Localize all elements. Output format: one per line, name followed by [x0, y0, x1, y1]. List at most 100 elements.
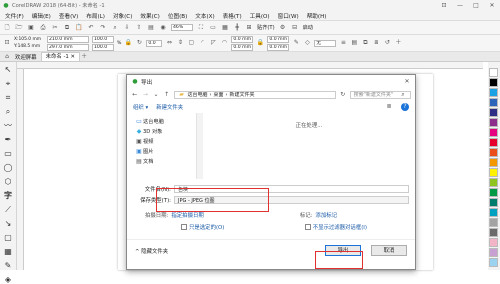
open-icon[interactable]: 🗁 [15, 24, 23, 32]
shape-icon[interactable]: ⌖ [3, 79, 13, 88]
palette-swatch[interactable] [489, 148, 498, 157]
maximize-icon[interactable]: □ [468, 2, 484, 10]
menu-file[interactable]: 文件(F) [5, 12, 24, 20]
menu-layout[interactable]: 布局(L) [86, 12, 105, 20]
cut-icon[interactable]: ✂ [51, 24, 59, 32]
fill-icon[interactable]: ◇ [303, 39, 311, 47]
pos-y-value[interactable]: 148.5 mm [18, 44, 41, 49]
ellipse-tool-icon[interactable]: ◯ [3, 163, 13, 172]
crumb-0[interactable]: 这台电脑 [188, 92, 208, 98]
shadow-tool-icon[interactable]: ▢ [3, 233, 13, 242]
width-field[interactable]: 210.0 mm [47, 35, 89, 43]
wrap-text-icon[interactable]: ▤ [350, 39, 358, 47]
palette-swatch[interactable] [489, 178, 498, 187]
pdf-icon[interactable]: ▤ [147, 24, 155, 32]
minimize-icon[interactable]: — [452, 2, 468, 10]
tags-link[interactable]: 添加标记 [315, 211, 337, 219]
corner-field-1[interactable]: 0.0 mm [231, 35, 254, 43]
new-folder-button[interactable]: 新建文件夹 [156, 103, 183, 111]
scale-h-field[interactable]: 100.0 [92, 43, 114, 51]
menu-window[interactable]: 窗口(W) [278, 12, 299, 20]
options-gear-icon[interactable]: ⚙ [279, 24, 287, 32]
chamfer-icon[interactable]: ◸ [209, 39, 217, 47]
menu-tools[interactable]: 工具(O) [250, 12, 270, 20]
menu-table[interactable]: 表格(T) [223, 12, 242, 20]
palette-swatch[interactable] [489, 158, 498, 167]
crumb-2[interactable]: 新建文件夹 [230, 92, 255, 98]
pick-icon[interactable]: ↖ [3, 65, 13, 74]
home-icon[interactable]: ⌂ [3, 53, 11, 61]
palette-swatch[interactable] [489, 258, 498, 267]
palette-swatch[interactable] [489, 108, 498, 117]
menu-bitmaps[interactable]: 位图(B) [168, 12, 187, 20]
palette-swatch[interactable] [489, 98, 498, 107]
angle-field[interactable]: 0.0 [146, 39, 163, 47]
nav-item-this-pc[interactable]: ▭这台电脑 [127, 117, 196, 127]
horizontal-ruler[interactable] [17, 62, 483, 69]
zoom-icon[interactable]: ⌕ [3, 107, 13, 116]
corner-field-2[interactable]: 0.0 mm [231, 43, 254, 51]
pos-x-value[interactable]: 105.0 mm [19, 37, 42, 42]
close-icon[interactable]: ✕ [484, 2, 500, 10]
eyedropper-icon[interactable]: ✎ [3, 261, 13, 270]
lock-ratio-icon[interactable]: 🔒 [124, 39, 132, 47]
copy-icon[interactable]: ⧉ [63, 24, 71, 32]
snap-to-dropdown[interactable]: 贴齐(T) [257, 24, 275, 31]
dialog-close-icon[interactable]: ✕ [403, 78, 411, 86]
shoot-date-link[interactable]: 指定拍摄日期 [171, 211, 203, 219]
rect-icon[interactable]: ▢ [187, 39, 195, 47]
palette-swatch[interactable] [489, 198, 498, 207]
undo-icon[interactable]: ↶ [87, 24, 95, 32]
mirror-v-icon[interactable]: ⇕ [176, 39, 184, 47]
redo-icon[interactable]: ↷ [99, 24, 107, 32]
vertical-ruler[interactable] [17, 69, 24, 270]
nav-item-video[interactable]: ▣视频 [127, 137, 196, 147]
up-icon[interactable]: ↑ [163, 91, 171, 99]
selected-only-checkbox[interactable] [181, 224, 187, 230]
view-options-icon[interactable]: ≣ [385, 103, 393, 111]
address-bar[interactable]: ▰ 这台电脑 › 桌面 › 新建文件夹 [173, 91, 336, 99]
palette-swatch[interactable] [489, 248, 498, 257]
search-box[interactable]: 搜索"新建文件夹" ⌕ [349, 91, 411, 99]
snap-icon[interactable]: ⊞ [245, 24, 253, 32]
organize-dropdown[interactable]: 组织 ▾ [133, 103, 148, 111]
guides-icon[interactable]: ╋ [233, 24, 241, 32]
scallop-icon[interactable]: ◠ [220, 39, 228, 47]
paste-icon[interactable]: 📋 [75, 24, 83, 32]
app-launcher-icon[interactable]: ◉ [159, 24, 167, 32]
connector-tool-icon[interactable]: ↘ [3, 219, 13, 228]
corner-lock-icon[interactable]: 🔒 [256, 39, 264, 47]
tab-document[interactable]: 未命名 -1 ✕ [40, 52, 81, 61]
palette-swatch[interactable] [489, 118, 498, 127]
text-tool-icon[interactable]: 字 [3, 191, 13, 200]
polygon-tool-icon[interactable]: ⬡ [3, 177, 13, 186]
interactive-fill-icon[interactable]: ◈ [3, 275, 13, 284]
add-tab-icon[interactable]: ＋ [80, 53, 88, 61]
refresh-icon[interactable]: ↻ [339, 91, 347, 99]
zoom-level-field[interactable]: 46% [171, 24, 193, 31]
to-front-icon[interactable]: ⧉ [361, 39, 369, 47]
to-back-icon[interactable]: ⧈ [372, 39, 380, 47]
help-icon[interactable]: ? [401, 103, 409, 111]
height-field[interactable]: 297.0 mm [47, 43, 89, 51]
transparency-tool-icon[interactable]: ▦ [3, 247, 13, 256]
palette-swatch[interactable] [489, 88, 498, 97]
freehand-icon[interactable]: 〰 [3, 121, 13, 130]
export-icon[interactable]: ⇧ [135, 24, 143, 32]
add-icon[interactable]: ＋ [394, 39, 402, 47]
back-icon[interactable]: ← [131, 91, 139, 99]
print-icon[interactable]: ⎙ [39, 24, 47, 32]
menu-view[interactable]: 查看(V) [59, 12, 78, 20]
menu-edit[interactable]: 编辑(E) [32, 12, 51, 20]
corner-field-4[interactable]: 0.0 mm [267, 43, 290, 51]
palette-swatch[interactable] [489, 68, 498, 77]
restore-icon[interactable]: ⊡ [436, 2, 452, 10]
palette-swatch[interactable] [489, 78, 498, 87]
scale-w-field[interactable]: 100.0 [92, 35, 114, 43]
ruler-icon[interactable]: ▭ [209, 24, 217, 32]
palette-swatch[interactable] [489, 238, 498, 247]
crumb-1[interactable]: 桌面 [214, 92, 224, 98]
import-icon[interactable]: ⇩ [123, 24, 131, 32]
menu-effects[interactable]: 效果(C) [140, 12, 159, 20]
pick-tool-icon[interactable]: ⊡ [3, 39, 11, 47]
